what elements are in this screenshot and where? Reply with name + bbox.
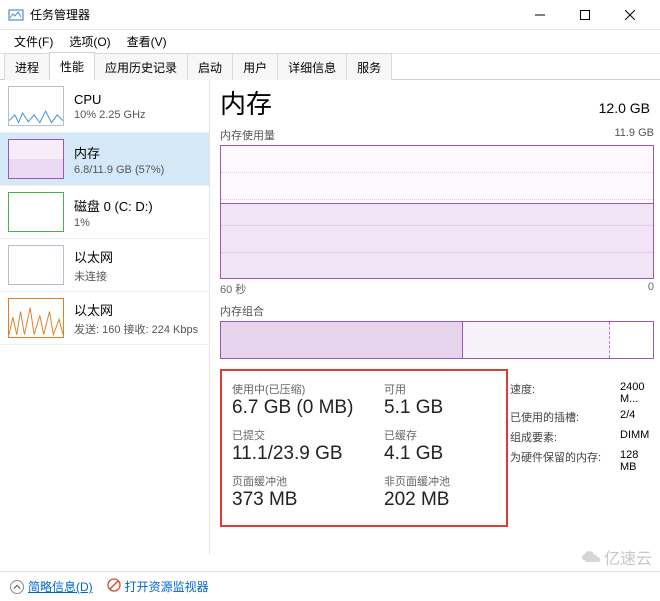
speed-key: 速度: xyxy=(510,381,620,405)
close-button[interactable] xyxy=(607,1,652,29)
sidebar-item-memory[interactable]: 内存 6.8/11.9 GB (57%) xyxy=(0,133,209,186)
sidebar-memory-sub: 6.8/11.9 GB (57%) xyxy=(74,164,164,176)
memory-specs: 速度: 2400 M... 已使用的插槽: 2/4 组成要素: DIMM 为硬件… xyxy=(510,369,654,527)
tab-users[interactable]: 用户 xyxy=(232,53,278,80)
memory-panel: 内存 12.0 GB 内存使用量 11.9 GB 60 秒 0 内存组合 xyxy=(210,80,660,555)
composition-label: 内存组合 xyxy=(220,303,654,319)
title-bar: 任务管理器 xyxy=(0,0,660,30)
cached-value: 4.1 GB xyxy=(384,443,504,465)
memory-composition-bar[interactable] xyxy=(220,321,654,359)
x-axis-right: 0 xyxy=(648,281,654,297)
ethernet-thumb-2 xyxy=(8,298,64,338)
form-value: DIMM xyxy=(620,429,654,445)
committed-label: 已提交 xyxy=(232,427,384,443)
ethernet-thumb xyxy=(8,245,64,285)
sidebar-eth2-sub: 发送: 160 接收: 224 Kbps xyxy=(74,321,198,337)
usage-graph-label: 内存使用量 xyxy=(220,127,275,143)
available-value: 5.1 GB xyxy=(384,397,504,419)
reserved-key: 为硬件保留的内存: xyxy=(510,449,620,473)
cpu-thumb xyxy=(8,86,64,126)
menu-view[interactable]: 查看(V) xyxy=(121,30,173,53)
window-title: 任务管理器 xyxy=(30,6,90,23)
cached-label: 已缓存 xyxy=(384,427,504,443)
sidebar-cpu-title: CPU xyxy=(74,92,146,107)
fewer-details-button[interactable]: 简略信息(D) xyxy=(10,578,93,595)
sidebar-item-disk[interactable]: 磁盘 0 (C: D:) 1% xyxy=(0,186,209,239)
tab-startup[interactable]: 启动 xyxy=(187,53,233,80)
tab-processes[interactable]: 进程 xyxy=(4,53,50,80)
sidebar-eth2-title: 以太网 xyxy=(74,300,198,319)
memory-details: 使用中(已压缩) 6.7 GB (0 MB) 可用 5.1 GB 已提交 11.… xyxy=(220,369,654,527)
available-label: 可用 xyxy=(384,381,504,397)
in-use-value: 6.7 GB (0 MB) xyxy=(232,397,384,419)
memory-thumb xyxy=(8,139,64,179)
tab-performance[interactable]: 性能 xyxy=(49,52,95,80)
committed-value: 11.1/23.9 GB xyxy=(232,443,384,465)
open-resmon-link[interactable]: 打开资源监视器 xyxy=(107,578,209,595)
content-area: CPU 10% 2.25 GHz 内存 6.8/11.9 GB (57%) 磁盘… xyxy=(0,80,660,555)
page-title: 内存 xyxy=(220,84,272,121)
performance-sidebar: CPU 10% 2.25 GHz 内存 6.8/11.9 GB (57%) 磁盘… xyxy=(0,80,210,555)
watermark: 亿速云 xyxy=(582,545,652,569)
usage-graph-max: 11.9 GB xyxy=(614,127,654,143)
maximize-button[interactable] xyxy=(562,1,607,29)
memory-total: 12.0 GB xyxy=(599,100,650,116)
tab-app-history[interactable]: 应用历史记录 xyxy=(94,53,188,80)
menu-bar: 文件(F) 选项(O) 查看(V) xyxy=(0,30,660,54)
sidebar-item-ethernet-2[interactable]: 以太网 发送: 160 接收: 224 Kbps xyxy=(0,292,209,345)
paged-label: 页面缓冲池 xyxy=(232,473,384,489)
sidebar-memory-title: 内存 xyxy=(74,143,164,162)
memory-usage-graph[interactable] xyxy=(220,145,654,279)
sidebar-eth1-title: 以太网 xyxy=(74,247,113,266)
sidebar-item-cpu[interactable]: CPU 10% 2.25 GHz xyxy=(0,80,209,133)
sidebar-disk-title: 磁盘 0 (C: D:) xyxy=(74,196,153,215)
slots-key: 已使用的插槽: xyxy=(510,409,620,425)
tab-services[interactable]: 服务 xyxy=(346,53,392,80)
resmon-icon xyxy=(107,578,121,595)
nonpaged-label: 非页面缓冲池 xyxy=(384,473,504,489)
fewer-details-label: 简略信息(D) xyxy=(28,578,93,595)
open-resmon-label: 打开资源监视器 xyxy=(125,578,209,595)
chevron-up-icon xyxy=(10,580,24,594)
sidebar-eth1-sub: 未连接 xyxy=(74,268,113,284)
metrics-highlight-box: 使用中(已压缩) 6.7 GB (0 MB) 可用 5.1 GB 已提交 11.… xyxy=(220,369,508,527)
in-use-label: 使用中(已压缩) xyxy=(232,381,384,397)
app-icon xyxy=(8,7,24,23)
footer-bar: 简略信息(D) 打开资源监视器 xyxy=(0,571,660,601)
sidebar-cpu-sub: 10% 2.25 GHz xyxy=(74,109,146,121)
speed-value: 2400 M... xyxy=(620,381,654,405)
paged-value: 373 MB xyxy=(232,489,384,511)
slots-value: 2/4 xyxy=(620,409,654,425)
sidebar-disk-sub: 1% xyxy=(74,217,153,229)
disk-thumb xyxy=(8,192,64,232)
tab-strip: 进程 性能 应用历史记录 启动 用户 详细信息 服务 xyxy=(0,54,660,80)
reserved-value: 128 MB xyxy=(620,449,654,473)
x-axis-left: 60 秒 xyxy=(220,281,246,297)
menu-options[interactable]: 选项(O) xyxy=(63,30,116,53)
sidebar-item-ethernet-1[interactable]: 以太网 未连接 xyxy=(0,239,209,292)
minimize-button[interactable] xyxy=(517,1,562,29)
menu-file[interactable]: 文件(F) xyxy=(8,30,59,53)
nonpaged-value: 202 MB xyxy=(384,489,504,511)
watermark-text: 亿速云 xyxy=(604,545,652,569)
tab-details[interactable]: 详细信息 xyxy=(277,53,347,80)
form-key: 组成要素: xyxy=(510,429,620,445)
